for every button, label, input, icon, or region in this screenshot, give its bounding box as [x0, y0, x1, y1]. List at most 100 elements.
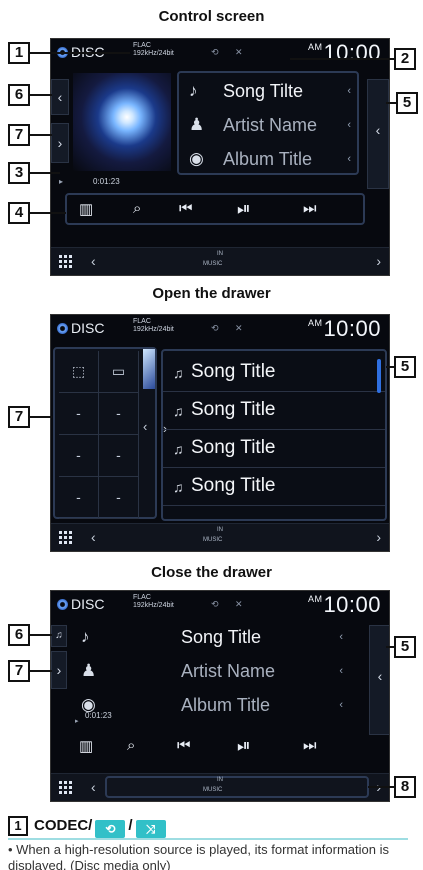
next-track-icon[interactable]: ⏭: [303, 737, 317, 754]
bar-right-arrow[interactable]: ›: [376, 253, 381, 269]
artist-name: Artist Name: [223, 115, 318, 135]
play-pause-icon[interactable]: ⏯: [237, 736, 251, 756]
album-art: [73, 73, 171, 171]
widget-area[interactable]: [105, 776, 369, 798]
list-item[interactable]: ♫ Song Title: [163, 393, 385, 430]
callout-7: 7: [8, 660, 30, 682]
chevron-left-icon: ‹: [347, 85, 351, 97]
list-item[interactable]: ♫ Song Title: [163, 469, 385, 506]
album-row[interactable]: ◉ Album Title ‹: [71, 689, 349, 723]
leader-7: [30, 670, 52, 672]
section-bullet: • When a high-resolution source is playe…: [8, 842, 389, 870]
clock-time: 10:00: [323, 316, 381, 341]
section-number: 1: [8, 816, 28, 836]
drawer-tab[interactable]: ›: [51, 651, 67, 689]
leader-1: [30, 52, 130, 54]
chevron-left-icon: ‹: [339, 699, 343, 711]
drawer-tab[interactable]: ›: [51, 123, 69, 163]
bar-right-arrow[interactable]: ›: [376, 529, 381, 545]
bar-left-arrow[interactable]: ‹: [91, 529, 96, 545]
callout-3: 3: [8, 162, 30, 184]
scrollbar[interactable]: [377, 359, 381, 393]
source-label[interactable]: DISC: [57, 596, 104, 612]
music-note-icon: ♫: [173, 403, 184, 419]
search-icon[interactable]: ⌕: [127, 737, 135, 754]
drawer-slot[interactable]: -: [59, 477, 99, 519]
song-row[interactable]: ♪ Song Title ‹: [71, 621, 349, 655]
album-row[interactable]: ◉ Album Title ‹: [179, 143, 357, 177]
shuffle-icon[interactable]: ✕: [235, 599, 243, 610]
list-item[interactable]: ♫ Song Title: [163, 431, 385, 468]
track-info-box: ♪ Song Tilte ‹ ♟ Artist Name ‹ ◉ Album T…: [177, 71, 359, 175]
drawer-slot[interactable]: -: [99, 435, 139, 477]
album-title: Album Title: [223, 149, 313, 169]
drawer-close-arrow[interactable]: ‹: [143, 419, 147, 434]
bar-left-arrow[interactable]: ‹: [91, 253, 96, 269]
equalizer-icon[interactable]: ▥: [79, 737, 93, 755]
clock: AM10:00: [308, 592, 381, 618]
callout-5: 5: [394, 636, 416, 658]
artist-row[interactable]: ♟ Artist Name ‹: [179, 109, 357, 143]
open-drawer-screen: DISC FLAC 192kHz/24bit ⟲ ✕ AM10:00 ⬚ ▭ - …: [50, 314, 390, 552]
list-item[interactable]: ♫ Song Title: [163, 355, 385, 392]
repeat-icon[interactable]: ⟲: [211, 599, 219, 610]
drawer-slot[interactable]: -: [99, 477, 139, 519]
bar-left-arrow[interactable]: ‹: [91, 779, 96, 795]
artwork-tab[interactable]: ‹: [51, 79, 69, 115]
bottom-bar: ‹ IN MUSIC ›: [51, 773, 389, 801]
clock-ampm: AM: [307, 42, 323, 52]
codec-info: FLAC 192kHz/24bit: [133, 42, 174, 58]
menu-grid-icon[interactable]: [59, 781, 73, 795]
list-item-title: Song Title: [191, 399, 276, 420]
chevron-left-icon: ‹: [347, 119, 351, 131]
source-label[interactable]: DISC: [57, 320, 104, 336]
leader-6: [30, 94, 52, 96]
equalizer-icon[interactable]: ▥: [79, 200, 93, 218]
artist-row[interactable]: ♟ Artist Name ‹: [71, 655, 349, 689]
bar-music-label: MUSIC: [203, 787, 223, 793]
shuffle-icon: ⤨: [135, 820, 166, 838]
right-panel-tab[interactable]: ‹: [367, 79, 389, 189]
drawer-slot[interactable]: -: [59, 435, 99, 477]
music-note-icon: ♫: [173, 479, 184, 495]
menu-grid-icon[interactable]: [59, 255, 73, 269]
song-list: › ♫ Song Title ♫ Song Title ♫ Song Title ♫ S…: [161, 349, 387, 521]
status-bar: DISC FLAC 192kHz/24bit ⟲ ✕ AM10:00: [51, 591, 389, 619]
clock-time: 10:00: [323, 40, 381, 65]
repeat-icon[interactable]: ⟲: [211, 323, 219, 334]
next-track-icon[interactable]: ⏭: [303, 200, 317, 217]
callout-6: 6: [8, 84, 30, 106]
disc-icon: [57, 599, 68, 610]
previous-track-icon[interactable]: ⏮: [177, 737, 191, 754]
play-pause-icon[interactable]: ⏯: [237, 199, 251, 219]
control-bar: ▥ ⌕ ⏮ ⏯ ⏭: [65, 193, 365, 225]
search-icon[interactable]: ⌕: [133, 200, 141, 217]
shuffle-icon[interactable]: ✕: [235, 323, 243, 334]
callout-7: 7: [8, 406, 30, 428]
codec-info: FLAC 192kHz/24bit: [133, 318, 174, 334]
previous-track-icon[interactable]: ⏮: [179, 200, 193, 217]
source-text: DISC: [71, 320, 105, 336]
leader-5: [386, 102, 396, 104]
drawer-slot[interactable]: -: [59, 393, 99, 435]
shuffle-icon[interactable]: ✕: [235, 47, 243, 58]
song-row[interactable]: ♪ Song Tilte ‹: [179, 75, 357, 109]
section-divider: [8, 838, 408, 840]
repeat-icon[interactable]: ⟲: [211, 47, 219, 58]
repeat-icon: ⟲: [95, 820, 126, 838]
list-item-title: Song Title: [191, 437, 276, 458]
right-panel-tab[interactable]: ‹: [369, 625, 389, 735]
callout-7: 7: [8, 124, 30, 146]
leader-5: [386, 366, 394, 368]
artwork-thumbnail-tab[interactable]: ♫: [51, 625, 67, 647]
clock-time: 10:00: [323, 592, 381, 617]
drawer-panel: ⬚ ▭ - - - - - - ‹: [53, 347, 157, 519]
leader-4: [30, 212, 66, 214]
folder-icon[interactable]: ▭: [99, 351, 139, 393]
folder-up-icon[interactable]: ⬚: [59, 351, 99, 393]
open-drawer-heading: Open the drawer: [152, 285, 271, 302]
leader-6: [30, 634, 52, 636]
codec-format: FLAC: [133, 42, 151, 49]
menu-grid-icon[interactable]: [59, 531, 73, 545]
drawer-slot[interactable]: -: [99, 393, 139, 435]
